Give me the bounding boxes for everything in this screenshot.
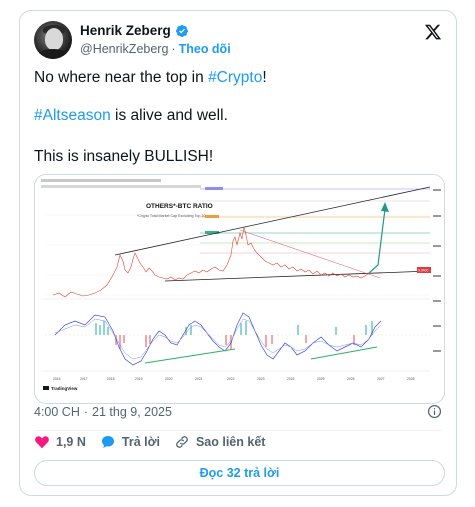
x-tick-8: 2024: [287, 377, 295, 381]
author-handle[interactable]: @HenrikZeberg: [80, 42, 168, 56]
chart-title: OTHERS*-BTC RATIO: [146, 203, 213, 210]
x-tick-3: 2019: [135, 377, 143, 381]
tweet-line-1: No where near the top in #Crypto!: [34, 68, 267, 88]
x-tick-11: 2027: [377, 377, 385, 381]
link-icon: [176, 436, 188, 448]
info-icon[interactable]: [427, 404, 442, 419]
like-count: 1,9 N: [56, 435, 86, 449]
x-tick-10: 2026: [347, 377, 355, 381]
reply-button[interactable]: Trả lời: [100, 434, 160, 450]
tweet-line-2-text: is alive and well.: [110, 107, 228, 124]
price-tag-label: 0.0400: [418, 269, 428, 273]
x-tick-7: 2023: [257, 377, 265, 381]
action-bar: 1,9 N Trả lời Sao liên kết: [34, 434, 265, 450]
tweet-card: Henrik Zeberg @HenrikZeberg · Theo dõi N…: [19, 10, 457, 496]
x-tick-5: 2021: [195, 377, 203, 381]
follow-button[interactable]: Theo dõi: [179, 42, 231, 56]
tweet-line-2: #Altseason is alive and well.: [34, 106, 228, 126]
tweet-timestamp[interactable]: 4:00 CH · 21 thg 9, 2025: [34, 405, 172, 419]
handle-separator: ·: [171, 42, 176, 56]
avatar-face: [45, 28, 63, 50]
copy-link-label: Sao liên kết: [195, 435, 266, 449]
tweet-line-1-suffix: !: [262, 69, 267, 86]
tweet-date: 21 thg 9, 2025: [92, 405, 172, 419]
x-tick-4: 2020: [165, 377, 173, 381]
tweet-line-3: This is insanely BULLISH!: [34, 147, 213, 167]
x-logo-icon[interactable]: [424, 23, 442, 41]
chart-graphic: OTHERS*-BTC RATIO *Crypto Total Market C…: [35, 175, 444, 403]
author-name-row: Henrik Zeberg: [80, 23, 189, 38]
heart-icon: [35, 436, 49, 449]
avatar-shoulders: [36, 49, 70, 59]
reply-label: Trả lời: [121, 435, 160, 449]
chart-subtitle: *Crypto Total Market Cap Excluding Top 1…: [137, 214, 205, 218]
hashtag-altseason[interactable]: #Altseason: [34, 107, 111, 124]
x-tick-0: 2016: [53, 377, 61, 381]
divider: [34, 430, 442, 431]
timestamp-separator: ·: [83, 405, 89, 419]
tweet-time: 4:00 CH: [34, 405, 80, 419]
x-tick-12: 2028: [407, 377, 415, 381]
verified-badge-icon: [175, 24, 188, 37]
hashtag-crypto[interactable]: #Crypto: [208, 69, 262, 86]
author-name[interactable]: Henrik Zeberg: [80, 23, 171, 38]
tweet-line-1-text: No where near the top in: [34, 69, 209, 86]
read-replies-label: Đọc 32 trả lời: [199, 466, 280, 480]
like-button[interactable]: 1,9 N: [34, 434, 86, 450]
chart-image[interactable]: OTHERS*-BTC RATIO *Crypto Total Market C…: [34, 174, 445, 404]
x-tick-1: 2017: [80, 377, 88, 381]
x-tick-9: 2025: [317, 377, 325, 381]
tweet-line-3-text: This is insanely BULLISH!: [34, 148, 214, 165]
x-tick-2: 2018: [107, 377, 115, 381]
tradingview-wordmark: TradingView: [51, 386, 78, 391]
author-handle-row: @HenrikZeberg · Theo dõi: [80, 42, 231, 56]
reply-bubble-icon: [101, 436, 114, 448]
read-replies-button[interactable]: Đọc 32 trả lời: [34, 460, 445, 486]
copy-link-button[interactable]: Sao liên kết: [174, 434, 265, 450]
x-tick-6: 2022: [227, 377, 235, 381]
avatar[interactable]: [34, 21, 72, 59]
